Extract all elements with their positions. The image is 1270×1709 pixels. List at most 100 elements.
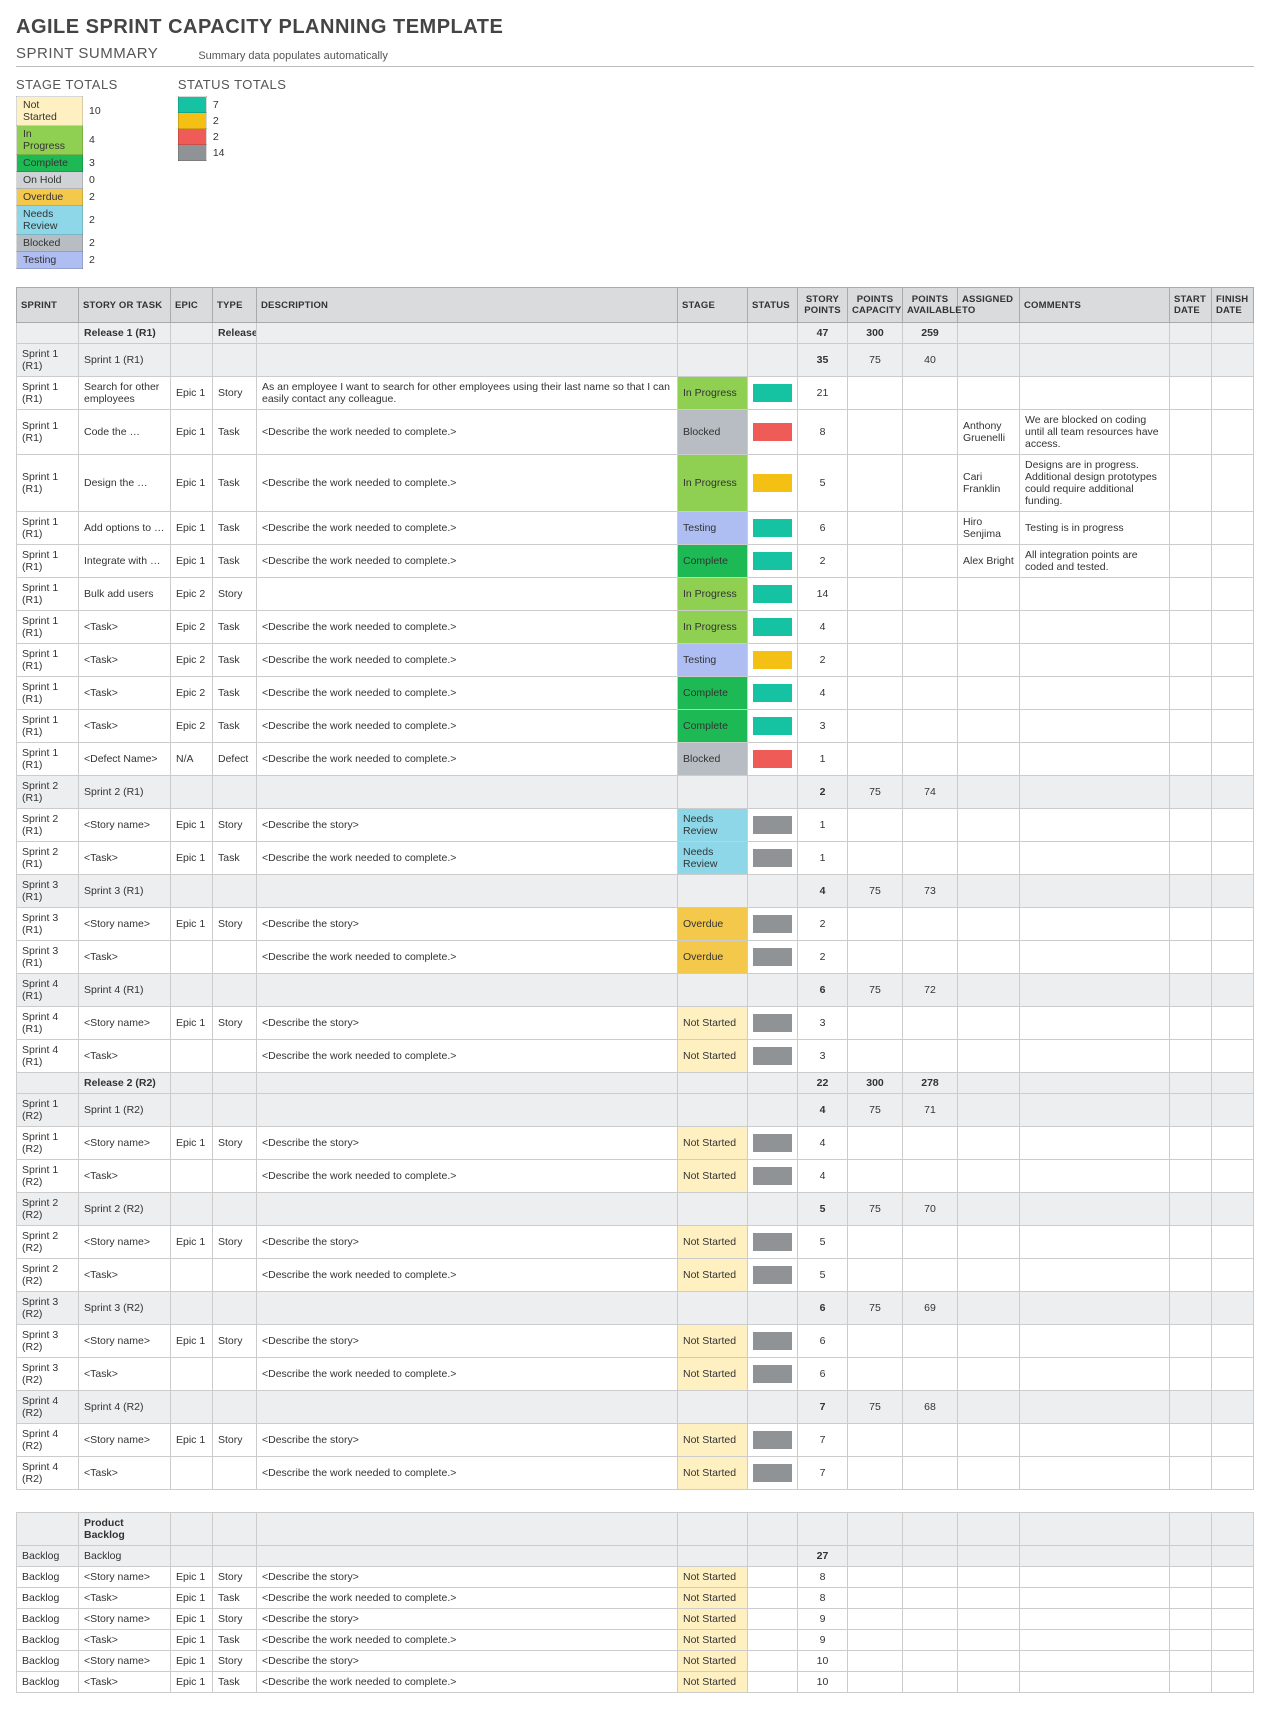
cell-story[interactable]: <Task> bbox=[79, 710, 171, 743]
cell-available[interactable] bbox=[903, 1651, 958, 1672]
cell-available[interactable]: 73 bbox=[903, 875, 958, 908]
cell-desc[interactable] bbox=[257, 1073, 678, 1094]
cell-type[interactable] bbox=[213, 1457, 257, 1490]
cell-capacity[interactable] bbox=[848, 1546, 903, 1567]
cell-sprint[interactable]: Sprint 3 (R1) bbox=[17, 908, 79, 941]
cell-sprint[interactable]: Sprint 2 (R1) bbox=[17, 776, 79, 809]
cell-start[interactable] bbox=[1170, 1292, 1212, 1325]
cell-story[interactable]: <Defect Name> bbox=[79, 743, 171, 776]
cell-desc[interactable]: <Describe the story> bbox=[257, 1226, 678, 1259]
cell-start[interactable] bbox=[1170, 1127, 1212, 1160]
cell-points[interactable]: 5 bbox=[798, 1226, 848, 1259]
cell-epic[interactable]: Epic 1 bbox=[171, 809, 213, 842]
cell-assigned[interactable] bbox=[958, 1226, 1020, 1259]
cell-available[interactable]: 68 bbox=[903, 1391, 958, 1424]
cell-comments[interactable] bbox=[1020, 1226, 1170, 1259]
cell-start[interactable] bbox=[1170, 1259, 1212, 1292]
cell-stage[interactable]: In Progress bbox=[678, 611, 748, 644]
cell-assigned[interactable] bbox=[958, 1127, 1020, 1160]
cell-points[interactable]: 27 bbox=[798, 1546, 848, 1567]
cell-start[interactable] bbox=[1170, 1630, 1212, 1651]
cell-comments[interactable]: We are blocked on coding until all team … bbox=[1020, 410, 1170, 455]
cell-finish[interactable] bbox=[1212, 776, 1254, 809]
cell-capacity[interactable]: 75 bbox=[848, 1193, 903, 1226]
cell-available[interactable]: 72 bbox=[903, 974, 958, 1007]
cell-stage[interactable] bbox=[678, 1292, 748, 1325]
cell-assigned[interactable] bbox=[958, 377, 1020, 410]
cell-stage[interactable]: In Progress bbox=[678, 377, 748, 410]
cell-available[interactable] bbox=[903, 377, 958, 410]
cell-desc[interactable]: <Describe the work needed to complete.> bbox=[257, 644, 678, 677]
cell-comments[interactable] bbox=[1020, 1651, 1170, 1672]
cell-type[interactable] bbox=[213, 1391, 257, 1424]
cell-stage[interactable] bbox=[678, 776, 748, 809]
cell-sprint[interactable]: Backlog bbox=[17, 1630, 79, 1651]
cell-type[interactable] bbox=[213, 875, 257, 908]
cell-type[interactable]: Release bbox=[213, 323, 257, 344]
cell-story[interactable]: <Story name> bbox=[79, 1127, 171, 1160]
cell-status[interactable] bbox=[748, 1160, 798, 1193]
cell-finish[interactable] bbox=[1212, 710, 1254, 743]
cell-epic[interactable] bbox=[171, 776, 213, 809]
cell-status[interactable] bbox=[748, 512, 798, 545]
cell-points[interactable]: 3 bbox=[798, 1040, 848, 1073]
cell-stage[interactable] bbox=[678, 1391, 748, 1424]
cell-epic[interactable]: Epic 2 bbox=[171, 578, 213, 611]
cell-desc[interactable]: <Describe the story> bbox=[257, 1651, 678, 1672]
cell-start[interactable] bbox=[1170, 809, 1212, 842]
cell-type[interactable]: Story bbox=[213, 1609, 257, 1630]
cell-finish[interactable] bbox=[1212, 545, 1254, 578]
cell-capacity[interactable] bbox=[848, 455, 903, 512]
cell-story[interactable]: Bulk add users bbox=[79, 578, 171, 611]
cell-type[interactable]: Task bbox=[213, 545, 257, 578]
cell-capacity[interactable] bbox=[848, 842, 903, 875]
cell-start[interactable] bbox=[1170, 677, 1212, 710]
cell-comments[interactable] bbox=[1020, 1127, 1170, 1160]
cell-sprint[interactable]: Sprint 1 (R1) bbox=[17, 578, 79, 611]
cell-assigned[interactable] bbox=[958, 1651, 1020, 1672]
cell-status[interactable] bbox=[748, 344, 798, 377]
cell-finish[interactable] bbox=[1212, 1160, 1254, 1193]
cell-desc[interactable]: <Describe the work needed to complete.> bbox=[257, 1457, 678, 1490]
cell-stage[interactable]: Not Started bbox=[678, 1040, 748, 1073]
cell-assigned[interactable] bbox=[958, 1546, 1020, 1567]
cell-story[interactable]: Sprint 1 (R2) bbox=[79, 1094, 171, 1127]
cell-finish[interactable] bbox=[1212, 743, 1254, 776]
cell-points[interactable]: 4 bbox=[798, 1127, 848, 1160]
cell-assigned[interactable] bbox=[958, 875, 1020, 908]
cell-start[interactable] bbox=[1170, 344, 1212, 377]
cell-epic[interactable] bbox=[171, 1259, 213, 1292]
cell-capacity[interactable] bbox=[848, 1226, 903, 1259]
cell-epic[interactable]: Epic 2 bbox=[171, 644, 213, 677]
cell-stage[interactable]: Not Started bbox=[678, 1160, 748, 1193]
cell-epic[interactable]: N/A bbox=[171, 743, 213, 776]
cell-comments[interactable] bbox=[1020, 611, 1170, 644]
cell-points[interactable]: 8 bbox=[798, 1588, 848, 1609]
cell-capacity[interactable] bbox=[848, 1007, 903, 1040]
cell-available[interactable] bbox=[903, 1226, 958, 1259]
cell-assigned[interactable] bbox=[958, 644, 1020, 677]
cell-assigned[interactable] bbox=[958, 1007, 1020, 1040]
cell-stage[interactable]: Not Started bbox=[678, 1630, 748, 1651]
cell-type[interactable]: Story bbox=[213, 908, 257, 941]
cell-stage[interactable] bbox=[678, 1193, 748, 1226]
cell-epic[interactable]: Epic 1 bbox=[171, 545, 213, 578]
cell-capacity[interactable] bbox=[848, 1630, 903, 1651]
cell-desc[interactable]: <Describe the story> bbox=[257, 1424, 678, 1457]
cell-stage[interactable]: Not Started bbox=[678, 1609, 748, 1630]
cell-start[interactable] bbox=[1170, 710, 1212, 743]
cell-desc[interactable] bbox=[257, 1193, 678, 1226]
cell-available[interactable] bbox=[903, 1325, 958, 1358]
cell-capacity[interactable] bbox=[848, 1127, 903, 1160]
cell-sprint[interactable]: Sprint 1 (R1) bbox=[17, 644, 79, 677]
cell-story[interactable]: Code the … bbox=[79, 410, 171, 455]
cell-capacity[interactable] bbox=[848, 1567, 903, 1588]
cell-stage[interactable]: Not Started bbox=[678, 1325, 748, 1358]
cell-stage[interactable] bbox=[678, 974, 748, 1007]
cell-status[interactable] bbox=[748, 545, 798, 578]
cell-status[interactable] bbox=[748, 1226, 798, 1259]
cell-type[interactable]: Defect bbox=[213, 743, 257, 776]
cell-start[interactable] bbox=[1170, 1040, 1212, 1073]
cell-available[interactable]: 278 bbox=[903, 1073, 958, 1094]
cell-points[interactable]: 4 bbox=[798, 611, 848, 644]
